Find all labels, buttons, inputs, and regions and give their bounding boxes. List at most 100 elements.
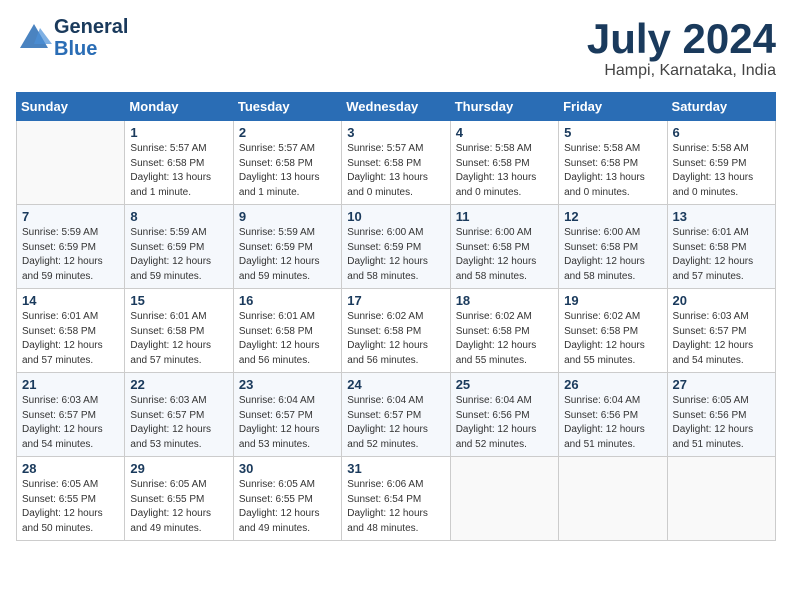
calendar-cell: 18 Sunrise: 6:02 AM Sunset: 6:58 PM Dayli… [450,289,558,373]
calendar-cell: 5 Sunrise: 5:58 AM Sunset: 6:58 PM Daylig… [559,121,667,205]
day-number: 15 [130,293,227,308]
day-info: Sunrise: 5:57 AM Sunset: 6:58 PM Dayligh… [347,142,444,200]
day-info: Sunrise: 5:57 AM Sunset: 6:58 PM Dayligh… [239,142,336,200]
calendar-table: SundayMondayTuesdayWednesdayThursdayFrid… [16,92,776,541]
day-number: 23 [239,377,336,392]
day-number: 28 [22,461,119,476]
day-info: Sunrise: 6:03 AM Sunset: 6:57 PM Dayligh… [673,310,770,368]
day-info: Sunrise: 6:04 AM Sunset: 6:56 PM Dayligh… [456,394,553,452]
calendar-header-row: SundayMondayTuesdayWednesdayThursdayFrid… [17,93,776,121]
day-number: 14 [22,293,119,308]
day-info: Sunrise: 6:05 AM Sunset: 6:55 PM Dayligh… [239,478,336,536]
day-number: 13 [673,209,770,224]
day-of-week-header: Tuesday [233,93,341,121]
logo-icon [16,20,52,56]
day-number: 19 [564,293,661,308]
calendar-cell: 3 Sunrise: 5:57 AM Sunset: 6:58 PM Daylig… [342,121,450,205]
logo-blue-text: Blue [54,38,128,60]
calendar-week-row: 28 Sunrise: 6:05 AM Sunset: 6:55 PM Dayli… [17,457,776,541]
day-number: 10 [347,209,444,224]
day-info: Sunrise: 5:57 AM Sunset: 6:58 PM Dayligh… [130,142,227,200]
day-info: Sunrise: 6:05 AM Sunset: 6:55 PM Dayligh… [22,478,119,536]
day-info: Sunrise: 6:01 AM Sunset: 6:58 PM Dayligh… [673,226,770,284]
day-info: Sunrise: 6:01 AM Sunset: 6:58 PM Dayligh… [130,310,227,368]
calendar-cell: 8Sunrise: 5:59 AM Sunset: 6:59 PM Daylig… [125,205,233,289]
calendar-cell: 17 Sunrise: 6:02 AM Sunset: 6:58 PM Dayli… [342,289,450,373]
day-info: Sunrise: 6:05 AM Sunset: 6:56 PM Dayligh… [673,394,770,452]
day-info: Sunrise: 6:05 AM Sunset: 6:55 PM Dayligh… [130,478,227,536]
day-info: Sunrise: 5:58 AM Sunset: 6:58 PM Dayligh… [456,142,553,200]
calendar-cell [559,457,667,541]
day-of-week-header: Wednesday [342,93,450,121]
day-info: Sunrise: 5:58 AM Sunset: 6:59 PM Dayligh… [673,142,770,200]
day-info: Sunrise: 5:59 AM Sunset: 6:59 PM Dayligh… [239,226,336,284]
calendar-cell: 26 Sunrise: 6:04 AM Sunset: 6:56 PM Dayli… [559,373,667,457]
day-info: Sunrise: 6:00 AM Sunset: 6:58 PM Dayligh… [456,226,553,284]
day-of-week-header: Thursday [450,93,558,121]
day-of-week-header: Sunday [17,93,125,121]
day-info: Sunrise: 6:02 AM Sunset: 6:58 PM Dayligh… [347,310,444,368]
day-number: 27 [673,377,770,392]
day-number: 6 [673,125,770,140]
day-number: 24 [347,377,444,392]
day-info: Sunrise: 5:58 AM Sunset: 6:58 PM Dayligh… [564,142,661,200]
calendar-cell: 23Sunrise: 6:04 AM Sunset: 6:57 PM Dayli… [233,373,341,457]
calendar-week-row: 7 Sunrise: 5:59 AM Sunset: 6:59 PM Daylig… [17,205,776,289]
day-number: 31 [347,461,444,476]
day-number: 5 [564,125,661,140]
day-of-week-header: Friday [559,93,667,121]
day-info: Sunrise: 6:03 AM Sunset: 6:57 PM Dayligh… [22,394,119,452]
calendar-cell: 4 Sunrise: 5:58 AM Sunset: 6:58 PM Daylig… [450,121,558,205]
location: Hampi, Karnataka, India [587,62,776,80]
calendar-cell: 27 Sunrise: 6:05 AM Sunset: 6:56 PM Dayli… [667,373,775,457]
calendar-week-row: 21Sunrise: 6:03 AM Sunset: 6:57 PM Dayli… [17,373,776,457]
day-number: 1 [130,125,227,140]
day-number: 7 [22,209,119,224]
calendar-cell: 10Sunrise: 6:00 AM Sunset: 6:59 PM Dayli… [342,205,450,289]
calendar-cell [667,457,775,541]
day-info: Sunrise: 6:02 AM Sunset: 6:58 PM Dayligh… [456,310,553,368]
calendar-cell: 16Sunrise: 6:01 AM Sunset: 6:58 PM Dayli… [233,289,341,373]
logo-text: General [54,16,128,38]
calendar-cell: 30 Sunrise: 6:05 AM Sunset: 6:55 PM Dayli… [233,457,341,541]
calendar-cell: 2 Sunrise: 5:57 AM Sunset: 6:58 PM Daylig… [233,121,341,205]
calendar-cell: 31Sunrise: 6:06 AM Sunset: 6:54 PM Dayli… [342,457,450,541]
day-number: 3 [347,125,444,140]
day-number: 18 [456,293,553,308]
calendar-cell: 28 Sunrise: 6:05 AM Sunset: 6:55 PM Dayli… [17,457,125,541]
calendar-cell [17,121,125,205]
page-header: General Blue July 2024 Hampi, Karnataka,… [16,16,776,80]
calendar-cell: 14 Sunrise: 6:01 AM Sunset: 6:58 PM Dayli… [17,289,125,373]
calendar-cell: 29 Sunrise: 6:05 AM Sunset: 6:55 PM Dayli… [125,457,233,541]
calendar-cell: 19Sunrise: 6:02 AM Sunset: 6:58 PM Dayli… [559,289,667,373]
calendar-week-row: 14 Sunrise: 6:01 AM Sunset: 6:58 PM Dayli… [17,289,776,373]
calendar-cell: 15 Sunrise: 6:01 AM Sunset: 6:58 PM Dayli… [125,289,233,373]
day-number: 12 [564,209,661,224]
day-number: 4 [456,125,553,140]
calendar-cell: 22 Sunrise: 6:03 AM Sunset: 6:57 PM Dayli… [125,373,233,457]
day-number: 9 [239,209,336,224]
logo: General Blue [16,16,128,60]
calendar-cell: 25 Sunrise: 6:04 AM Sunset: 6:56 PM Dayli… [450,373,558,457]
day-number: 2 [239,125,336,140]
day-info: Sunrise: 6:01 AM Sunset: 6:58 PM Dayligh… [22,310,119,368]
calendar-cell: 12 Sunrise: 6:00 AM Sunset: 6:58 PM Dayli… [559,205,667,289]
calendar-cell: 24Sunrise: 6:04 AM Sunset: 6:57 PM Dayli… [342,373,450,457]
day-info: Sunrise: 6:01 AM Sunset: 6:58 PM Dayligh… [239,310,336,368]
day-info: Sunrise: 6:00 AM Sunset: 6:58 PM Dayligh… [564,226,661,284]
calendar-week-row: 1 Sunrise: 5:57 AM Sunset: 6:58 PM Daylig… [17,121,776,205]
day-number: 17 [347,293,444,308]
day-number: 26 [564,377,661,392]
day-number: 25 [456,377,553,392]
day-number: 20 [673,293,770,308]
day-info: Sunrise: 5:59 AM Sunset: 6:59 PM Dayligh… [130,226,227,284]
day-number: 29 [130,461,227,476]
day-info: Sunrise: 5:59 AM Sunset: 6:59 PM Dayligh… [22,226,119,284]
calendar-cell: 13 Sunrise: 6:01 AM Sunset: 6:58 PM Dayli… [667,205,775,289]
calendar-cell: 11Sunrise: 6:00 AM Sunset: 6:58 PM Dayli… [450,205,558,289]
day-number: 30 [239,461,336,476]
day-of-week-header: Monday [125,93,233,121]
day-info: Sunrise: 6:04 AM Sunset: 6:56 PM Dayligh… [564,394,661,452]
day-info: Sunrise: 6:03 AM Sunset: 6:57 PM Dayligh… [130,394,227,452]
day-number: 22 [130,377,227,392]
